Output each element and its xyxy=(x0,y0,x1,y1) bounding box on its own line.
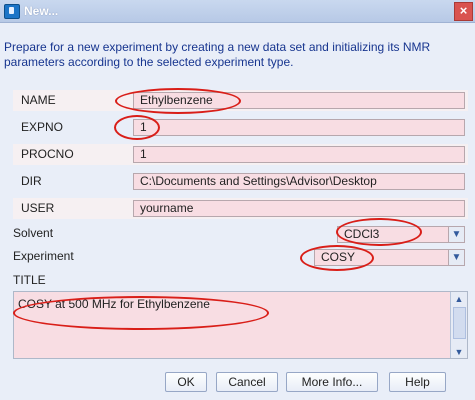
experiment-value: COSY xyxy=(321,250,356,264)
user-label: USER xyxy=(21,201,55,215)
chevron-down-icon[interactable]: ▼ xyxy=(448,250,464,265)
solvent-select[interactable]: CDCl3 ▼ xyxy=(337,226,465,243)
title-label: TITLE xyxy=(13,273,46,287)
scroll-thumb[interactable] xyxy=(453,307,466,339)
dir-label: DIR xyxy=(21,174,42,188)
user-row: USER yourname xyxy=(13,198,468,219)
dir-row: DIR C:\Documents and Settings\Advisor\De… xyxy=(13,171,468,192)
title-bar: New... × xyxy=(0,0,475,23)
more-info-button[interactable]: More Info... xyxy=(286,372,378,392)
solvent-row: Solvent CDCl3 ▼ xyxy=(13,223,468,244)
name-label: NAME xyxy=(21,93,56,107)
close-button[interactable]: × xyxy=(454,2,473,21)
solvent-label: Solvent xyxy=(13,226,54,240)
vertical-scrollbar[interactable]: ▲ ▼ xyxy=(450,292,467,358)
procno-label: PROCNO xyxy=(21,147,74,161)
experiment-select[interactable]: COSY ▼ xyxy=(314,249,465,266)
chevron-down-icon[interactable]: ▼ xyxy=(448,227,464,242)
experiment-row: Experiment COSY ▼ xyxy=(13,246,468,267)
expno-field[interactable]: 1 xyxy=(133,119,465,136)
description-text: Prepare for a new experiment by creating… xyxy=(4,40,431,69)
button-bar: OK Cancel More Info... Help xyxy=(0,372,475,400)
ok-button[interactable]: OK xyxy=(165,372,207,392)
title-row: TITLE xyxy=(13,270,468,291)
experiment-label: Experiment xyxy=(13,249,74,263)
name-row: NAME Ethylbenzene xyxy=(13,90,468,111)
title-textarea-text: COSY at 500 MHz for Ethylbenzene xyxy=(18,297,210,311)
user-field[interactable]: yourname xyxy=(133,200,465,217)
solvent-value: CDCl3 xyxy=(344,227,380,241)
procno-row: PROCNO 1 xyxy=(13,144,468,165)
scroll-down-icon[interactable]: ▼ xyxy=(451,345,467,358)
scroll-up-icon[interactable]: ▲ xyxy=(451,292,467,305)
procno-field[interactable]: 1 xyxy=(133,146,465,163)
cancel-button[interactable]: Cancel xyxy=(216,372,278,392)
app-window-icon xyxy=(4,4,20,19)
window-title: New... xyxy=(24,4,59,18)
dir-field[interactable]: C:\Documents and Settings\Advisor\Deskto… xyxy=(133,173,465,190)
help-button[interactable]: Help xyxy=(389,372,446,392)
expno-row: EXPNO 1 xyxy=(13,117,468,138)
expno-label: EXPNO xyxy=(21,120,64,134)
title-textarea[interactable]: COSY at 500 MHz for Ethylbenzene ▲ ▼ xyxy=(13,291,468,359)
name-field[interactable]: Ethylbenzene xyxy=(133,92,465,109)
